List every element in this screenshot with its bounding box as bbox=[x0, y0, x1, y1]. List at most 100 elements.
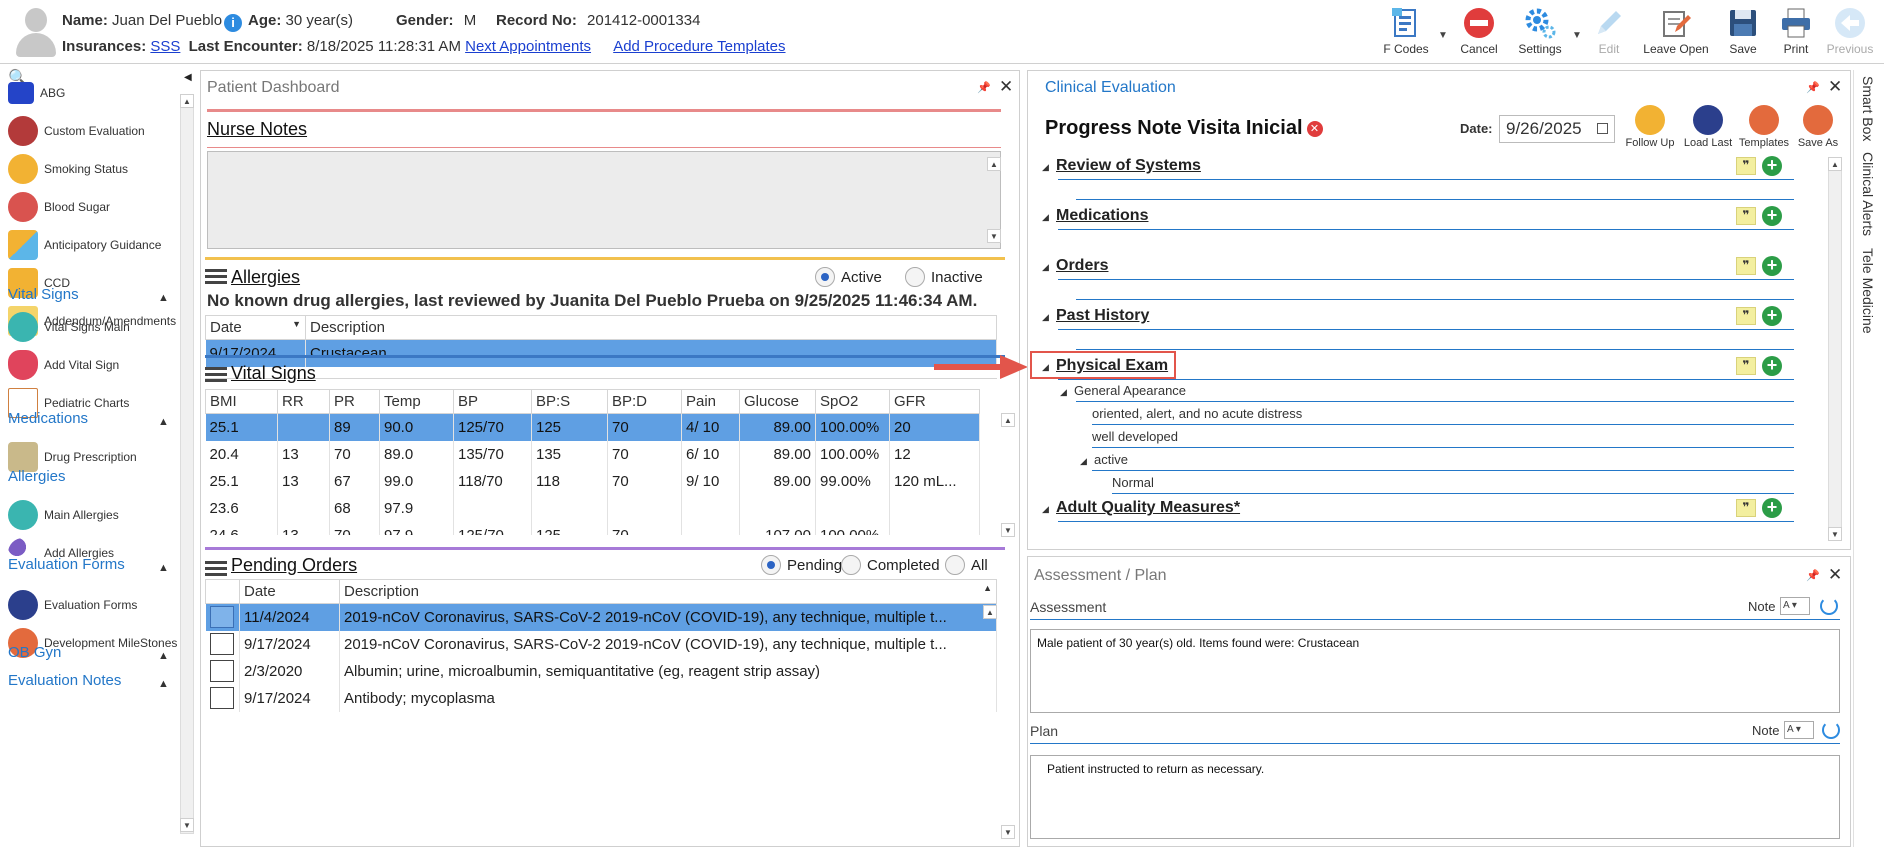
finding-item[interactable]: Normal bbox=[1112, 475, 1154, 490]
info-icon[interactable]: i bbox=[224, 14, 243, 32]
refresh-icon[interactable] bbox=[1820, 597, 1838, 615]
edit-button[interactable]: Edit bbox=[1584, 4, 1634, 60]
row-checkbox[interactable] bbox=[210, 687, 235, 709]
pin-icon[interactable]: 📌 bbox=[977, 81, 991, 94]
column-header-temp[interactable]: Temp bbox=[379, 389, 454, 414]
nav-section-vital-signs[interactable]: Vital Signs bbox=[8, 286, 79, 303]
add-button[interactable]: + bbox=[1762, 256, 1782, 276]
column-header-pr[interactable]: PR bbox=[329, 389, 380, 414]
quote-button[interactable]: ❞ bbox=[1736, 157, 1756, 175]
column-header-glucose[interactable]: Glucose bbox=[739, 389, 816, 414]
nav-item-abg[interactable]: ABG bbox=[8, 76, 65, 110]
all-radio[interactable]: All bbox=[945, 555, 988, 575]
column-header-gfr[interactable]: GFR bbox=[889, 389, 980, 414]
row-checkbox[interactable] bbox=[210, 606, 235, 629]
column-header-rr[interactable]: RR bbox=[277, 389, 330, 414]
save-button[interactable]: Save bbox=[1718, 4, 1768, 60]
inactive-radio[interactable]: Inactive bbox=[905, 267, 983, 287]
column-header-pain[interactable]: Pain bbox=[681, 389, 740, 414]
expand-icon[interactable]: ◢ bbox=[1042, 212, 1056, 223]
add-button[interactable]: + bbox=[1762, 206, 1782, 226]
column-header-description[interactable]: Description ▲ bbox=[339, 579, 997, 604]
section-review-of-systems[interactable]: ◢ Review of Systems bbox=[1042, 157, 1794, 175]
expand-icon[interactable]: ◢ bbox=[1060, 387, 1074, 398]
table-row[interactable]: 23.6 68 97.9 bbox=[205, 494, 980, 522]
table-row[interactable]: 11/4/2024 2019-nCoV Coronavirus, SARS-Co… bbox=[205, 603, 997, 631]
row-checkbox[interactable] bbox=[210, 633, 235, 655]
expand-icon[interactable]: ◢ bbox=[1042, 162, 1056, 173]
scroll-up-icon[interactable]: ▲ bbox=[987, 157, 1001, 171]
add-button[interactable]: + bbox=[1762, 156, 1782, 176]
templates-button[interactable]: Templates bbox=[1734, 105, 1794, 149]
insurance-link[interactable]: SSS bbox=[150, 38, 180, 55]
menu-icon[interactable] bbox=[205, 367, 227, 383]
date-picker[interactable]: 9/26/2025 bbox=[1499, 115, 1615, 143]
collapse-vital-signs-icon[interactable]: ▲ bbox=[158, 292, 169, 304]
settings-button[interactable]: Settings bbox=[1512, 4, 1568, 60]
close-icon[interactable]: ✕ bbox=[999, 77, 1013, 97]
finding-item[interactable]: oriented, alert, and no acute distress bbox=[1092, 406, 1302, 421]
fcodes-button[interactable]: F Codes bbox=[1378, 4, 1434, 60]
add-button[interactable]: + bbox=[1762, 356, 1782, 376]
quote-button[interactable]: ❞ bbox=[1736, 307, 1756, 325]
column-header-bp[interactable]: BP bbox=[453, 389, 532, 414]
nav-section-ob-gyn[interactable]: OB Gyn bbox=[8, 644, 61, 661]
expand-icon[interactable]: ◢ bbox=[1042, 312, 1056, 323]
section-past-history[interactable]: ◢ Past History bbox=[1042, 307, 1794, 325]
settings-dropdown-icon[interactable]: ▼ bbox=[1572, 30, 1582, 41]
pin-icon[interactable]: 📌 bbox=[1806, 81, 1820, 94]
expand-icon[interactable]: ◢ bbox=[1042, 504, 1056, 515]
tab-clinical-alerts[interactable]: Clinical Alerts bbox=[1860, 152, 1876, 236]
nav-item-main-allergies[interactable]: Main Allergies bbox=[8, 498, 119, 532]
finding-item[interactable]: well developed bbox=[1092, 429, 1178, 444]
nav-item-blood-sugar[interactable]: Blood Sugar bbox=[8, 190, 110, 224]
scroll-up-icon[interactable]: ▲ bbox=[180, 94, 194, 108]
section-orders[interactable]: ◢ Orders bbox=[1042, 257, 1794, 275]
table-row[interactable]: 24.6 13 70 97.9 125/70 125 70 107.00 100.00% bbox=[205, 521, 980, 535]
pin-icon[interactable]: 📌 bbox=[1806, 569, 1820, 582]
nav-item-anticipatory-guidance[interactable]: Anticipatory Guidance bbox=[8, 228, 161, 262]
scroll-up-icon[interactable]: ▲ bbox=[1001, 413, 1015, 427]
add-button[interactable]: + bbox=[1762, 498, 1782, 518]
column-header-description[interactable]: Description bbox=[305, 315, 997, 340]
menu-icon[interactable] bbox=[205, 561, 227, 577]
nav-section-evaluation-notes[interactable]: Evaluation Notes bbox=[8, 672, 121, 689]
column-header-date[interactable]: Date bbox=[239, 579, 340, 604]
tab-smart-box[interactable]: Smart Box bbox=[1860, 76, 1876, 141]
collapse-medications-icon[interactable]: ▲ bbox=[158, 416, 169, 428]
column-header-date[interactable]: Date ▼ bbox=[205, 315, 306, 340]
add-button[interactable]: + bbox=[1762, 306, 1782, 326]
quote-button[interactable]: ❞ bbox=[1736, 207, 1756, 225]
assessment-note-dropdown[interactable]: A ▾ bbox=[1780, 597, 1810, 615]
scroll-up-icon[interactable]: ▲ bbox=[983, 605, 997, 619]
close-icon[interactable]: ✕ bbox=[1828, 77, 1842, 97]
pending-radio[interactable]: Pending bbox=[761, 555, 842, 575]
scroll-down-icon[interactable]: ▼ bbox=[1828, 527, 1842, 541]
column-header-spo2[interactable]: SpO2 bbox=[815, 389, 890, 414]
row-checkbox[interactable] bbox=[210, 660, 235, 682]
nav-item-smoking-status[interactable]: Smoking Status bbox=[8, 152, 128, 186]
table-row[interactable]: 20.4 13 70 89.0 135/70 135 70 6/ 10 89.00 100.00%… bbox=[205, 440, 980, 468]
tab-tele-medicine[interactable]: Tele Medicine bbox=[1860, 248, 1876, 334]
nav-section-medications[interactable]: Medications bbox=[8, 410, 88, 427]
column-header-bmi[interactable]: BMI bbox=[205, 389, 278, 414]
nurse-notes-textarea[interactable] bbox=[207, 151, 1001, 249]
expand-icon[interactable]: ◢ bbox=[1080, 456, 1094, 467]
expand-icon[interactable]: ◢ bbox=[1042, 262, 1056, 273]
table-row[interactable]: 9/17/2024 2019-nCoV Coronavirus, SARS-Co… bbox=[205, 630, 997, 658]
clinical-scrollbar[interactable] bbox=[1828, 157, 1842, 541]
table-row[interactable]: 25.1 89 90.0 125/70 125 70 4/ 10 89.00 100.00% 20 bbox=[205, 413, 980, 441]
print-button[interactable]: Print bbox=[1772, 4, 1820, 60]
nav-item-add-vital-sign[interactable]: Add Vital Sign bbox=[8, 348, 119, 382]
table-row[interactable]: 2/3/2020 Albumin; urine, microalbumin, s… bbox=[205, 657, 997, 685]
column-header-bp-s[interactable]: BP:S bbox=[531, 389, 608, 414]
scroll-down-icon[interactable]: ▼ bbox=[987, 229, 1001, 243]
nav-item-evaluation-forms[interactable]: Evaluation Forms bbox=[8, 588, 137, 622]
section-adult-quality-measures[interactable]: ◢ Adult Quality Measures* bbox=[1042, 499, 1794, 517]
quote-button[interactable]: ❞ bbox=[1736, 499, 1756, 517]
nav-section-allergies[interactable]: Allergies bbox=[8, 468, 66, 485]
add-procedure-templates-link[interactable]: Add Procedure Templates bbox=[613, 38, 785, 55]
fcodes-dropdown-icon[interactable]: ▼ bbox=[1438, 30, 1448, 41]
collapse-nav-icon[interactable]: ◀ bbox=[184, 72, 192, 83]
nav-item-vital-signs-main[interactable]: Vital Signs Main bbox=[8, 310, 130, 344]
